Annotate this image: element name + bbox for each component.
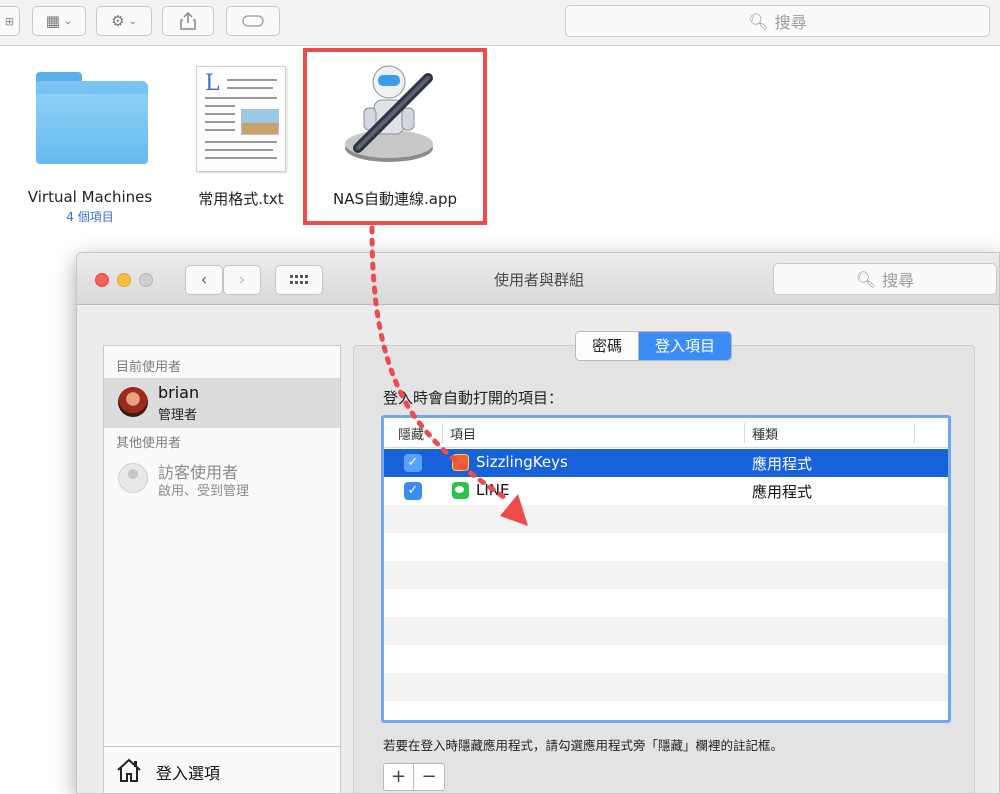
chevron-down-icon: ⌄ xyxy=(128,15,137,27)
share-icon xyxy=(180,12,196,30)
column-header-kind[interactable]: 種類 xyxy=(752,424,778,443)
avatar xyxy=(118,387,148,417)
document-glyph: L xyxy=(205,71,220,96)
user-row-brian[interactable]: brian 管理者 xyxy=(104,378,340,428)
empty-row xyxy=(384,645,948,673)
empty-row xyxy=(384,617,948,645)
login-items-table: 隱藏 項目 種類 ✓ SizzlingKeys 應用程式 ✓ LINE 應用程式 xyxy=(381,415,951,723)
empty-row xyxy=(384,533,948,561)
line-app-icon xyxy=(452,482,469,499)
empty-row xyxy=(384,561,948,589)
empty-row xyxy=(384,589,948,617)
tags-button[interactable] xyxy=(226,6,280,36)
users-groups-window: ‹ › 使用者與群組 🔍︎ 搜尋 目前使用者 brian 管理者 其他使用者 訪… xyxy=(76,252,1000,794)
table-row[interactable]: ✓ SizzlingKeys 應用程式 xyxy=(384,449,948,477)
column-header-item[interactable]: 項目 xyxy=(450,424,476,443)
document-image-thumbnail xyxy=(241,109,279,135)
text-document-icon[interactable]: L xyxy=(196,66,286,172)
add-item-button[interactable]: + xyxy=(384,764,414,790)
share-button[interactable] xyxy=(162,6,214,36)
user-row-guest[interactable]: 訪客使用者 啟用、受到管理 xyxy=(104,454,340,504)
view-options-button[interactable]: ▦ ⌄ xyxy=(32,6,86,36)
section-title: 登入時會自動打開的項目： xyxy=(383,389,564,407)
window-titlebar: ‹ › 使用者與群組 🔍︎ 搜尋 xyxy=(77,253,999,305)
login-options-item[interactable]: 登入選項 xyxy=(104,746,340,793)
file-item-count: 4 個項目 xyxy=(66,210,114,224)
file-virtual-machines[interactable]: Virtual Machines 4 個項目 xyxy=(20,188,160,225)
hide-checkbox[interactable]: ✓ xyxy=(404,454,422,472)
empty-row xyxy=(384,701,948,720)
user-role: 管理者 xyxy=(158,408,198,423)
login-options-label: 登入選項 xyxy=(156,764,221,783)
item-kind: 應用程式 xyxy=(752,455,813,473)
prefs-search-placeholder: 搜尋 xyxy=(882,271,915,290)
empty-row xyxy=(384,505,948,533)
item-kind: 應用程式 xyxy=(752,483,813,501)
chevron-down-icon: ⌄ xyxy=(63,15,73,27)
tag-icon xyxy=(242,15,264,27)
file-common-formats[interactable]: 常用格式.txt xyxy=(180,188,302,209)
home-icon xyxy=(117,758,141,782)
item-name: SizzlingKeys xyxy=(476,453,568,471)
grid-view-icon: ▦ xyxy=(45,12,60,30)
finder-toolbar: ⊞ ▦ ⌄ ⚙ ⌄ 🔍︎ 搜尋 xyxy=(0,0,1000,46)
search-icon: 🔍︎ xyxy=(748,11,769,31)
action-button[interactable]: ⚙ ⌄ xyxy=(96,6,152,36)
table-row[interactable]: ✓ LINE 應用程式 xyxy=(384,477,948,505)
column-header-hide[interactable]: 隱藏 xyxy=(398,424,424,443)
users-sidebar: 目前使用者 brian 管理者 其他使用者 訪客使用者 啟用、受到管理 登入選項 xyxy=(103,345,341,793)
hide-checkbox[interactable]: ✓ xyxy=(404,482,422,500)
tab-login-items[interactable]: 登入項目 xyxy=(639,332,732,360)
tab-control: 密碼 登入項目 xyxy=(575,331,733,361)
search-icon: 🔍︎ xyxy=(855,269,877,289)
item-name: LINE xyxy=(476,481,510,499)
toolbar-partial-button[interactable]: ⊞ xyxy=(0,6,20,36)
app-highlight-box xyxy=(303,48,487,225)
hint-text: 若要在登入時隱藏應用程式，請勾選應用程式旁「隱藏」欄裡的註記框。 xyxy=(383,738,784,753)
add-remove-buttons: + − xyxy=(383,763,445,791)
empty-row xyxy=(384,673,948,701)
finder-search-input[interactable]: 🔍︎ 搜尋 xyxy=(565,5,990,37)
gear-icon: ⚙ xyxy=(111,12,125,30)
screen: ⊞ ▦⌄ ⚙⌄ 🔍︎ 搜尋 Virtual Machines 4 個項目 L xyxy=(0,0,1000,794)
file-name: 常用格式.txt xyxy=(198,190,284,208)
prefs-search-input[interactable]: 🔍︎ 搜尋 xyxy=(773,263,997,295)
guest-avatar-icon xyxy=(118,463,148,493)
folder-graphic xyxy=(36,72,148,164)
current-users-header: 目前使用者 xyxy=(116,360,182,375)
user-name: brian xyxy=(158,383,200,402)
user-role: 啟用、受到管理 xyxy=(158,484,250,499)
finder-search-placeholder: 搜尋 xyxy=(774,13,807,32)
remove-item-button[interactable]: − xyxy=(414,764,444,790)
table-header: 隱藏 項目 種類 xyxy=(384,418,948,448)
other-users-header: 其他使用者 xyxy=(116,436,182,451)
sizzlingkeys-app-icon xyxy=(452,454,469,471)
file-name: Virtual Machines xyxy=(27,188,153,206)
tab-password[interactable]: 密碼 xyxy=(576,332,640,360)
